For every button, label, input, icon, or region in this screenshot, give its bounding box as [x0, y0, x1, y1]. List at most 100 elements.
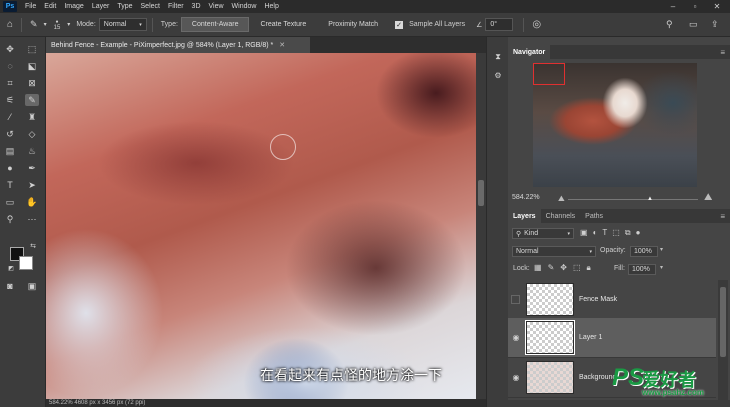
close-tab-icon[interactable]: ✕ [279, 41, 285, 49]
maximize-icon[interactable]: ▫ [684, 0, 706, 13]
type-tool-icon[interactable]: T [3, 179, 17, 191]
fill-input[interactable]: 100% [628, 264, 656, 275]
share-icon[interactable]: ⇪ [711, 19, 719, 30]
tab-paths[interactable]: Paths [580, 209, 608, 223]
tool-preset-chevron-icon[interactable]: ▾ [44, 21, 47, 28]
adjustment-filter-icon[interactable]: ◐ [593, 228, 598, 238]
menu-view[interactable]: View [205, 3, 228, 10]
close-icon[interactable]: ✕ [706, 0, 728, 13]
pixel-filter-icon[interactable]: ▣ [580, 228, 588, 238]
blur-tool-icon[interactable]: ♨ [25, 145, 39, 157]
more-tools-icon[interactable]: ⋯ [25, 213, 39, 225]
eye-icon[interactable]: ◉ [508, 333, 524, 342]
visibility-toggle-off[interactable] [511, 295, 520, 304]
quick-mask-icon[interactable]: ◙ [3, 280, 17, 292]
gradient-tool-icon[interactable]: ▤ [3, 145, 17, 157]
zoom-tool-icon[interactable]: ⚲ [3, 213, 17, 225]
zoom-out-icon[interactable]: ⛰ [558, 194, 565, 204]
marquee-tool-icon[interactable]: ⬚ [25, 43, 39, 55]
navigator-thumbnail[interactable] [533, 63, 697, 187]
eye-icon[interactable]: ◉ [508, 373, 524, 382]
menu-file[interactable]: File [21, 3, 40, 10]
brush-chevron-icon[interactable]: ▾ [67, 21, 70, 28]
opacity-chevron-icon[interactable]: ▾ [660, 246, 663, 253]
history-brush-icon[interactable]: ↺ [3, 128, 17, 140]
spot-healing-brush-tool-icon[interactable]: ✎ [25, 94, 39, 106]
hand-tool-icon[interactable]: ✋ [25, 196, 39, 208]
move-tool-icon[interactable]: ✥ [3, 43, 17, 55]
lasso-tool-icon[interactable]: ◌ [3, 60, 17, 72]
crop-tool-icon[interactable]: ⌗ [3, 77, 17, 89]
brush-size-picker[interactable]: ● 15 [54, 19, 61, 31]
swap-colors-icon[interactable]: ⇆ [26, 240, 40, 252]
blend-mode-select[interactable]: Normal ▾ [512, 246, 596, 257]
panel-menu-icon[interactable]: ≡ [720, 48, 725, 57]
navigator-zoom-value[interactable]: 584.22% [512, 194, 540, 201]
zoom-slider-handle[interactable]: ▲ [647, 196, 653, 202]
lock-pixels-icon[interactable]: ✎ [548, 263, 555, 273]
menu-edit[interactable]: Edit [40, 3, 60, 10]
menu-window[interactable]: Window [228, 3, 261, 10]
layer-filter-select[interactable]: ⚲ Kind ▾ [512, 228, 574, 239]
dodge-tool-icon[interactable]: ● [3, 162, 17, 174]
tab-channels[interactable]: Channels [541, 209, 581, 223]
proximity-match-button[interactable]: Proximity Match [317, 17, 390, 32]
lock-all-icon[interactable]: 🔒︎ [587, 263, 591, 273]
smart-object-filter-icon[interactable]: ⧉ [625, 228, 631, 238]
layer-name[interactable]: Fence Mask [579, 296, 617, 303]
mode-select[interactable]: Normal ▾ [98, 18, 147, 31]
create-texture-button[interactable]: Create Texture [249, 17, 318, 32]
menu-layer[interactable]: Layer [88, 3, 114, 10]
default-colors-icon[interactable]: ◩ [4, 262, 18, 274]
history-panel-icon[interactable]: ⧗ [491, 51, 505, 63]
menu-select[interactable]: Select [137, 3, 164, 10]
eyedropper-icon[interactable]: ⚟ [3, 94, 17, 106]
panel-menu-icon[interactable]: ≡ [720, 212, 725, 221]
zoom-slider-track[interactable] [568, 199, 698, 200]
layers-scrollbar-thumb[interactable] [720, 287, 726, 357]
menu-image[interactable]: Image [60, 3, 87, 10]
background-color-swatch[interactable] [19, 256, 33, 270]
content-aware-button[interactable]: Content-Aware [180, 17, 250, 32]
vertical-scrollbar[interactable] [476, 53, 486, 399]
pen-tool-icon[interactable]: ✒ [25, 162, 39, 174]
object-select-icon[interactable]: ⬕ [25, 60, 39, 72]
sample-all-layers-checkbox[interactable]: ✓ [395, 20, 404, 29]
search-icon[interactable]: ⚲ [666, 19, 673, 30]
layer-name[interactable]: Background [579, 374, 616, 381]
navigator-tab[interactable]: Navigator [508, 45, 551, 59]
filter-toggle-icon[interactable]: ● [636, 228, 641, 238]
menu-type[interactable]: Type [113, 3, 136, 10]
lock-transparency-icon[interactable]: ▦ [534, 263, 542, 273]
screen-mode-icon[interactable]: ▣ [25, 280, 39, 292]
opacity-input[interactable]: 100% [630, 246, 658, 257]
spot-healing-brush-icon[interactable]: ✎ [30, 19, 38, 30]
lock-position-icon[interactable]: ✥ [560, 263, 567, 273]
workspace-icon[interactable]: ▭ [689, 19, 698, 30]
layer-row-fence-mask[interactable]: Fence Mask [508, 280, 716, 320]
navigator-view-box[interactable] [533, 63, 565, 85]
menu-3d[interactable]: 3D [188, 3, 205, 10]
angle-input[interactable]: 0° [485, 18, 514, 31]
canvas[interactable]: 在看起来有点怪的地方涂一下 [46, 53, 476, 399]
clone-stamp-icon[interactable]: ♜ [25, 111, 39, 123]
menu-help[interactable]: Help [260, 3, 282, 10]
adjustments-panel-icon[interactable]: ⚙ [491, 69, 505, 81]
document-tab[interactable]: Behind Fence - Example - PiXimperfect.jp… [46, 37, 310, 53]
lock-artboard-icon[interactable]: ⬚ [573, 263, 581, 273]
tab-layers[interactable]: Layers [508, 209, 541, 223]
layer-name[interactable]: Layer 1 [579, 334, 602, 341]
pressure-size-icon[interactable]: ◎ [532, 19, 541, 30]
zoom-in-icon[interactable]: ⛰ [704, 192, 712, 203]
home-icon[interactable]: ⌂ [7, 19, 13, 30]
shape-filter-icon[interactable]: ⬚ [612, 228, 620, 238]
menu-filter[interactable]: Filter [164, 3, 188, 10]
rectangle-tool-icon[interactable]: ▭ [3, 196, 17, 208]
type-filter-icon[interactable]: T [602, 228, 607, 238]
frame-tool-icon[interactable]: ⊠ [25, 77, 39, 89]
eraser-icon[interactable]: ◇ [25, 128, 39, 140]
fill-chevron-icon[interactable]: ▾ [660, 264, 663, 271]
brush-tool-icon[interactable]: ⁄ [3, 111, 17, 123]
path-select-icon[interactable]: ➤ [25, 179, 39, 191]
layer-row-layer-1[interactable]: ◉ Layer 1 [508, 318, 716, 358]
